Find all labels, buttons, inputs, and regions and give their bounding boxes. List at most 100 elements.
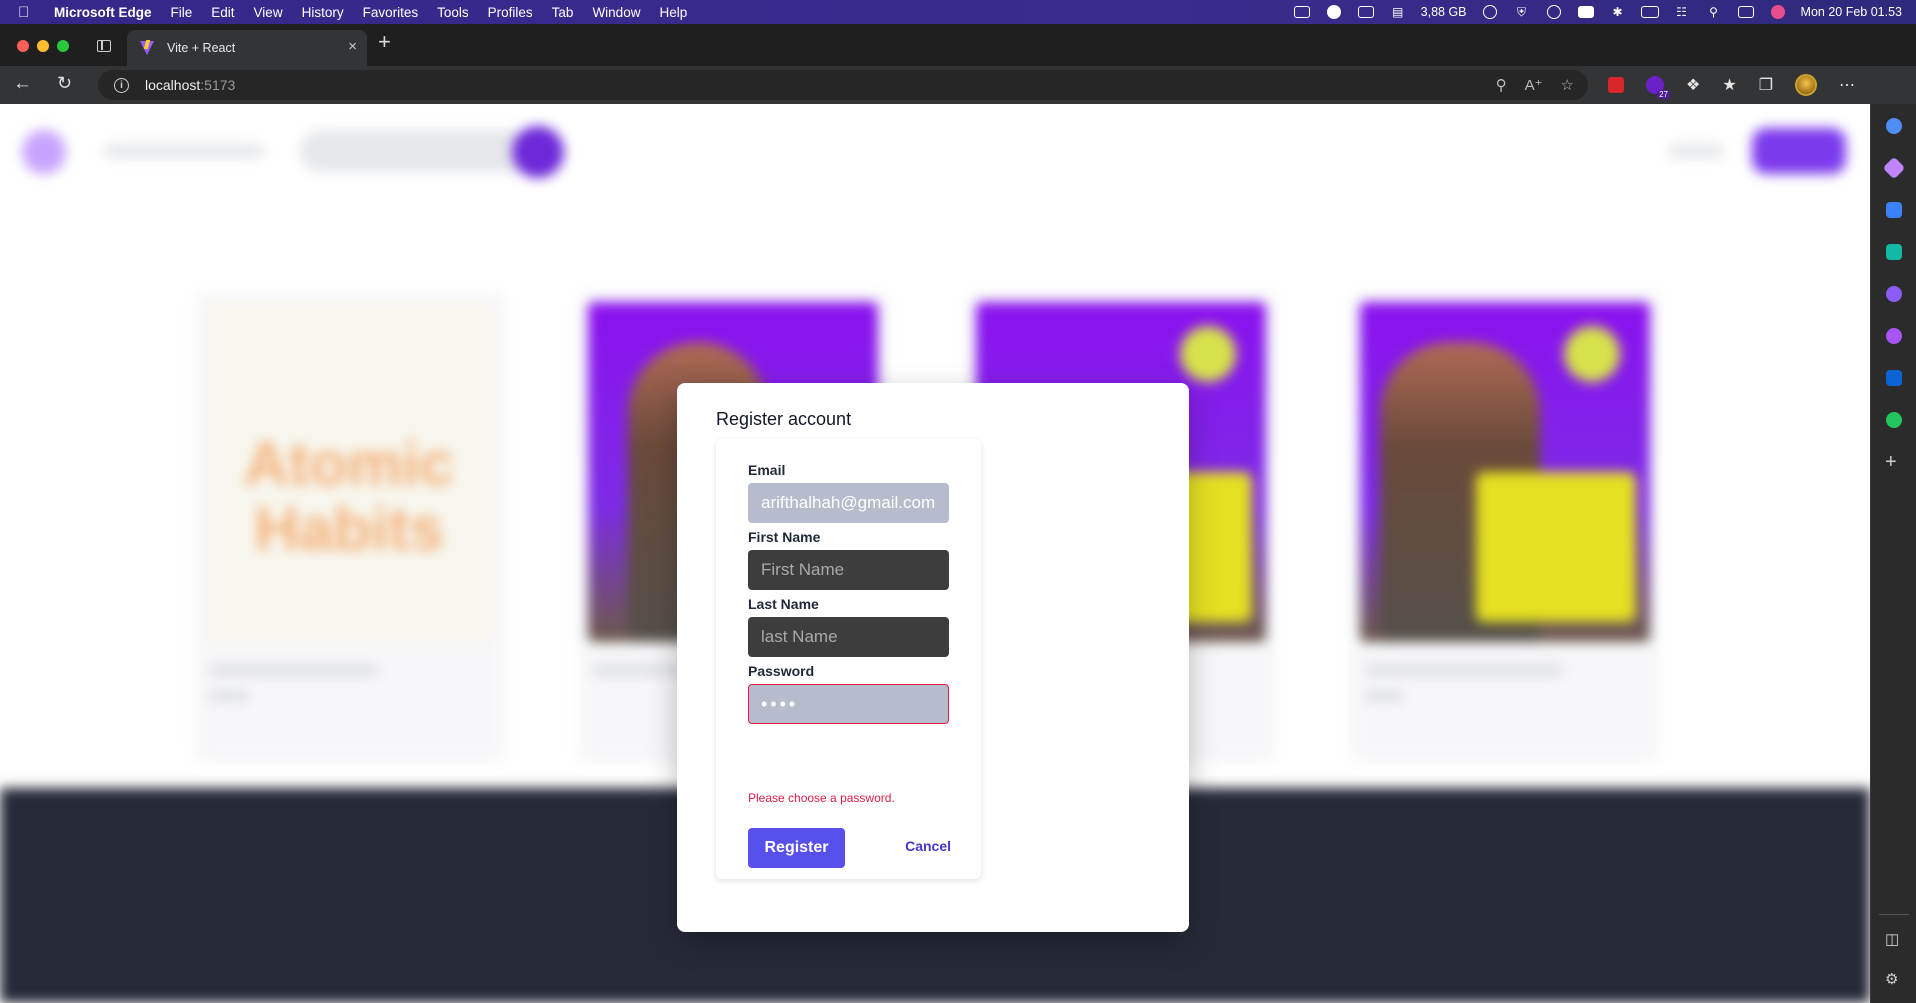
menu-favorites[interactable]: Favorites [363, 5, 419, 20]
extensions-puzzle-icon[interactable]: ❖ [1686, 75, 1700, 95]
bluetooth-icon[interactable]: ✱ [1609, 5, 1627, 19]
sidebar-add-icon[interactable]: + [1885, 452, 1897, 472]
address-bar[interactable]: i localhost :5173 ⚲ A⁺ ☆ [98, 70, 1588, 100]
site-login-link [1668, 144, 1724, 158]
sidebar-microsoft365-icon[interactable] [1886, 328, 1902, 344]
sidebar-games-icon[interactable] [1886, 286, 1902, 302]
vpn-icon[interactable] [1481, 5, 1499, 19]
sidebar-shopping-icon[interactable] [1886, 202, 1902, 218]
more-options-icon[interactable]: ⋯ [1839, 75, 1855, 95]
email-label: Email [748, 462, 786, 478]
macos-menu-bar:  Microsoft Edge File Edit View History … [0, 0, 1916, 24]
apple-icon[interactable]:  [18, 4, 36, 21]
add-favorite-icon[interactable]: ☆ [1561, 76, 1574, 94]
menu-file[interactable]: File [171, 5, 193, 20]
extension-purple-icon[interactable]: 27 [1646, 76, 1670, 99]
extension-icons: 27 ❖ ★ ❐ ⋯ [1608, 66, 1855, 104]
tab-title: Vite + React [167, 41, 236, 55]
favorites-icon[interactable]: ★ [1722, 75, 1736, 95]
menu-window[interactable]: Window [592, 5, 640, 20]
sidebar-tools-icon[interactable] [1886, 244, 1902, 260]
password-key-icon[interactable]: ⚲ [1496, 76, 1507, 94]
menu-view[interactable]: View [254, 5, 283, 20]
extension-badge: 27 [1657, 90, 1670, 99]
modal-title: Register account [716, 409, 852, 429]
browser-tab-bar: Vite + React × + [0, 24, 1916, 66]
email-field[interactable] [748, 483, 949, 523]
spotlight-search-icon[interactable]: ⚲ [1705, 5, 1723, 19]
keyboard-icon[interactable] [1293, 5, 1311, 19]
book-title-placeholder [1364, 664, 1564, 676]
cancel-button[interactable]: Cancel [896, 838, 951, 854]
monitor-icon[interactable] [1357, 5, 1375, 19]
register-form: Email First Name Last Name Password Plea… [716, 439, 981, 879]
collections-icon[interactable]: ❐ [1759, 75, 1773, 95]
play-icon[interactable] [1545, 5, 1563, 19]
shield-icon[interactable]: ⛨ [1513, 5, 1531, 19]
password-field[interactable] [748, 684, 949, 724]
last-name-label: Last Name [748, 596, 819, 612]
siri-icon[interactable] [1769, 5, 1787, 19]
menu-profiles[interactable]: Profiles [488, 5, 533, 20]
cover-badge [1564, 326, 1620, 382]
book-card: Atomic Habits [195, 292, 505, 762]
telegram-icon[interactable] [1325, 5, 1343, 19]
menu-tab[interactable]: Tab [552, 5, 574, 20]
site-register-button [1752, 128, 1846, 174]
register-modal: Register account Email First Name Last N… [677, 383, 1189, 932]
drive-icon[interactable]: ▤ [1389, 5, 1407, 19]
first-name-label: First Name [748, 529, 821, 545]
memory-usage[interactable]: 3,88 GB [1421, 5, 1467, 19]
site-search-bar [300, 130, 540, 172]
cover-badge [1180, 326, 1236, 382]
new-tab-button[interactable]: + [378, 29, 391, 55]
book-meta-placeholder [209, 690, 249, 702]
reload-icon[interactable]: ↻ [57, 74, 72, 92]
site-info-icon[interactable]: i [114, 77, 129, 93]
book-card [1350, 292, 1660, 762]
extension-red-icon[interactable] [1608, 77, 1624, 93]
profile-avatar[interactable] [1795, 74, 1818, 96]
last-name-field[interactable] [748, 617, 949, 657]
first-name-field[interactable] [748, 550, 949, 590]
battery-icon[interactable] [1640, 5, 1659, 19]
password-error-message: Please choose a password. [748, 791, 895, 805]
back-arrow-icon[interactable]: ← [13, 74, 32, 93]
status-area: ▤ 3,88 GB ⛨ ✱ ☷ ⚲ Mon 20 Feb 01.53 [1293, 0, 1902, 24]
menu-clock[interactable]: Mon 20 Feb 01.53 [1801, 5, 1902, 19]
tab-vite-react[interactable]: Vite + React × [127, 30, 367, 66]
register-button[interactable]: Register [748, 828, 845, 868]
sidebar-drop-icon[interactable] [1886, 412, 1902, 428]
page-viewport: Atomic Habits Register account Email ari… [0, 104, 1870, 1003]
menu-help[interactable]: Help [659, 5, 687, 20]
sidebar-divider [1879, 914, 1909, 915]
sidebar-search-icon[interactable] [1886, 118, 1902, 134]
minimize-window-button[interactable] [37, 40, 49, 52]
url-host: localhost [145, 77, 201, 93]
sidebar-settings-icon[interactable]: ⚙ [1885, 970, 1903, 988]
menu-tools[interactable]: Tools [437, 5, 469, 20]
book-meta-placeholder [1364, 690, 1404, 702]
menu-history[interactable]: History [302, 5, 344, 20]
read-aloud-icon[interactable]: A⁺ [1525, 76, 1543, 94]
tab-actions-icon[interactable] [97, 40, 111, 52]
sidebar-copilot-icon[interactable] [1882, 156, 1906, 180]
site-search-button [512, 126, 564, 178]
book-title-placeholder [209, 664, 379, 676]
menu-app-name[interactable]: Microsoft Edge [54, 5, 152, 20]
control-center-icon[interactable] [1737, 5, 1755, 19]
book-cover: Atomic Habits [205, 302, 495, 642]
menu-edit[interactable]: Edit [211, 5, 234, 20]
vite-favicon-icon [139, 40, 155, 56]
close-window-button[interactable] [17, 40, 29, 52]
site-brand-placeholder [104, 144, 264, 158]
wifi-icon[interactable]: ☷ [1673, 5, 1691, 19]
sidebar-hide-icon[interactable]: ◫ [1885, 930, 1903, 948]
app-menu: Microsoft Edge File Edit View History Fa… [54, 5, 687, 20]
book-cover [1360, 302, 1650, 642]
input-source-icon[interactable] [1577, 5, 1595, 19]
zoom-window-button[interactable] [57, 40, 69, 52]
browser-toolbar: ← ↻ i localhost :5173 ⚲ A⁺ ☆ 27 ❖ ★ ❐ ⋯ [0, 66, 1916, 104]
tab-close-icon[interactable]: × [348, 38, 357, 55]
sidebar-outlook-icon[interactable] [1886, 370, 1902, 386]
